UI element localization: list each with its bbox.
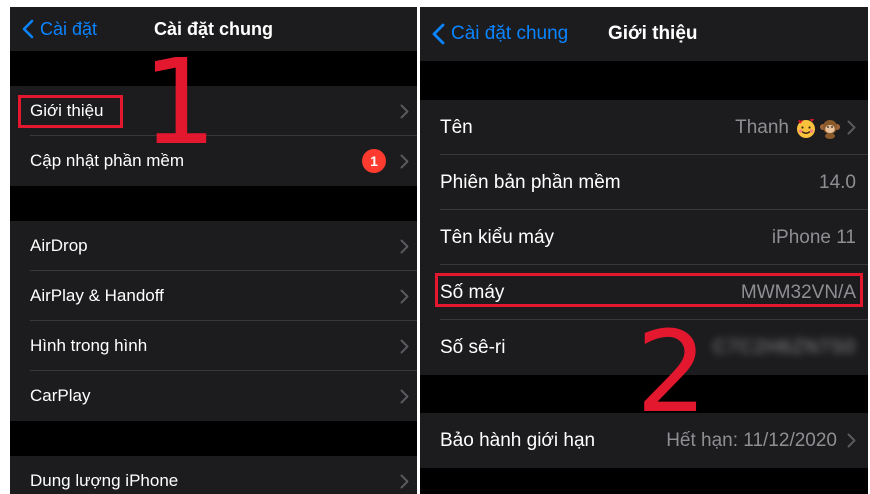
back-label: Cài đặt chung bbox=[451, 23, 569, 44]
settings-item-label: Hình trong hình bbox=[30, 336, 148, 355]
chevron-right-icon bbox=[400, 389, 409, 404]
about-item-model-name: Tên kiểu máy iPhone 11 bbox=[420, 210, 868, 265]
general-settings-screen: Cài đặt Cài đặt chung Giới thiệu Cập nhậ… bbox=[10, 7, 417, 494]
settings-item-label: CarPlay bbox=[30, 386, 91, 405]
page-title: Giới thiệu bbox=[608, 23, 698, 44]
chevron-right-icon bbox=[400, 239, 409, 254]
about-item-value: iPhone 11 bbox=[771, 226, 856, 248]
about-item-label: Tên bbox=[440, 116, 473, 138]
nav-bar: Cài đặt chung Giới thiệu bbox=[420, 7, 868, 61]
smiling-face-with-hearts-icon bbox=[795, 117, 817, 139]
chevron-right-icon bbox=[847, 120, 856, 135]
about-screen: Cài đặt chung Giới thiệu Tên Thanh Phiên… bbox=[420, 7, 868, 494]
settings-item-label: AirDrop bbox=[30, 236, 88, 255]
settings-item-carplay[interactable]: CarPlay bbox=[10, 371, 417, 421]
chevron-left-icon bbox=[432, 23, 445, 45]
highlight-box bbox=[18, 95, 123, 128]
step-number-1: 1 bbox=[142, 33, 218, 171]
settings-item-airdrop[interactable]: AirDrop bbox=[10, 221, 417, 271]
chevron-right-icon bbox=[400, 104, 409, 119]
back-button[interactable]: Cài đặt chung bbox=[432, 23, 568, 45]
about-item-name[interactable]: Tên Thanh bbox=[420, 100, 868, 155]
chevron-right-icon bbox=[847, 433, 856, 448]
monkey-icon bbox=[819, 117, 841, 139]
update-badge: 1 bbox=[362, 149, 386, 173]
settings-item-label: Dung lượng iPhone bbox=[30, 471, 179, 490]
chevron-right-icon bbox=[400, 154, 409, 169]
chevron-right-icon bbox=[400, 474, 409, 489]
chevron-right-icon bbox=[400, 289, 409, 304]
settings-group: Dung lượng iPhone bbox=[10, 456, 417, 494]
settings-item-airplay-handoff[interactable]: AirPlay & Handoff bbox=[10, 271, 417, 321]
about-item-value: 14.0 bbox=[819, 171, 856, 193]
settings-item-picture-in-picture[interactable]: Hình trong hình bbox=[10, 321, 417, 371]
about-item-label: Phiên bản phần mềm bbox=[440, 171, 621, 193]
settings-item-label: AirPlay & Handoff bbox=[30, 286, 164, 305]
highlight-box bbox=[435, 273, 863, 307]
step-number-2: 2 bbox=[636, 308, 708, 438]
about-item-value: Thanh bbox=[735, 116, 789, 138]
chevron-right-icon bbox=[400, 339, 409, 354]
about-item-label: Bảo hành giới hạn bbox=[440, 429, 596, 451]
settings-item-iphone-storage[interactable]: Dung lượng iPhone bbox=[10, 456, 417, 494]
about-item-software-version: Phiên bản phần mềm 14.0 bbox=[420, 155, 868, 210]
settings-group: AirDrop AirPlay & Handoff Hình trong hìn… bbox=[10, 221, 417, 421]
about-item-label: Tên kiểu máy bbox=[440, 226, 555, 248]
about-item-value-blurred: C7C2H6ZN7S0 bbox=[713, 336, 856, 358]
